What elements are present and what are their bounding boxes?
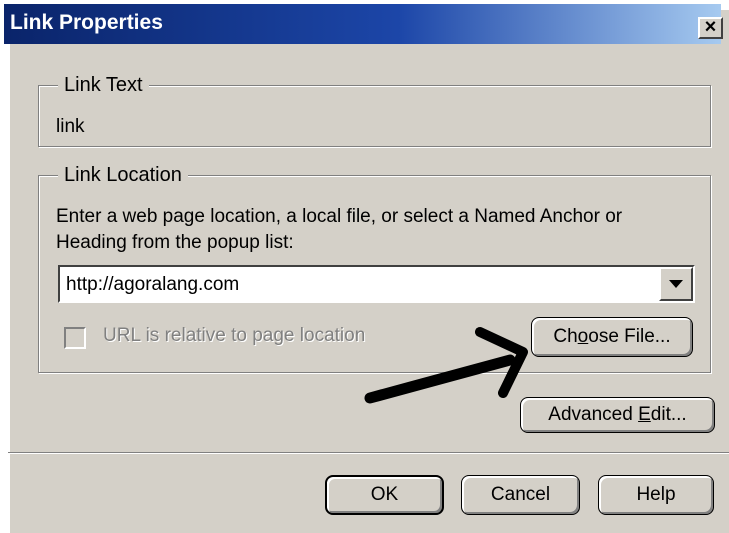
relative-url-checkbox[interactable] (64, 327, 86, 349)
annotation-arrow-shaft (364, 354, 516, 404)
title-bar: Link Properties × (4, 4, 723, 44)
chevron-down-icon (669, 280, 683, 288)
advanced-edit-label-b: dit... (650, 404, 687, 425)
advanced-edit-button[interactable]: Advanced Edit... (520, 397, 715, 433)
cancel-button[interactable]: Cancel (461, 475, 580, 515)
window-title: Link Properties (10, 11, 163, 34)
link-text-legend: Link Text (58, 74, 149, 97)
relative-url-label: URL is relative to page location (103, 325, 366, 346)
close-icon: × (704, 16, 717, 38)
choose-file-label-accel: o (577, 326, 589, 347)
link-location-legend: Link Location (58, 164, 188, 187)
advanced-edit-label-a: Advanced (548, 404, 639, 425)
choose-file-label-a: Ch (553, 326, 578, 347)
url-combobox[interactable]: http://agoralang.com (58, 265, 695, 303)
help-button[interactable]: Help (598, 475, 714, 515)
choose-file-label-b: ose File... (588, 326, 671, 347)
choose-file-button[interactable]: Choose File... (531, 317, 693, 357)
advanced-edit-label-accel: E (638, 404, 651, 425)
instructions-line-1: Enter a web page location, a local file,… (56, 206, 623, 227)
url-dropdown-button[interactable] (659, 267, 693, 301)
instructions-line-2: Heading from the popup list: (56, 232, 294, 253)
dialog-separator (8, 452, 729, 454)
link-text-value: link (56, 116, 85, 137)
ok-button[interactable]: OK (325, 475, 444, 515)
url-input[interactable]: http://agoralang.com (66, 274, 239, 296)
close-button[interactable]: × (698, 17, 723, 39)
